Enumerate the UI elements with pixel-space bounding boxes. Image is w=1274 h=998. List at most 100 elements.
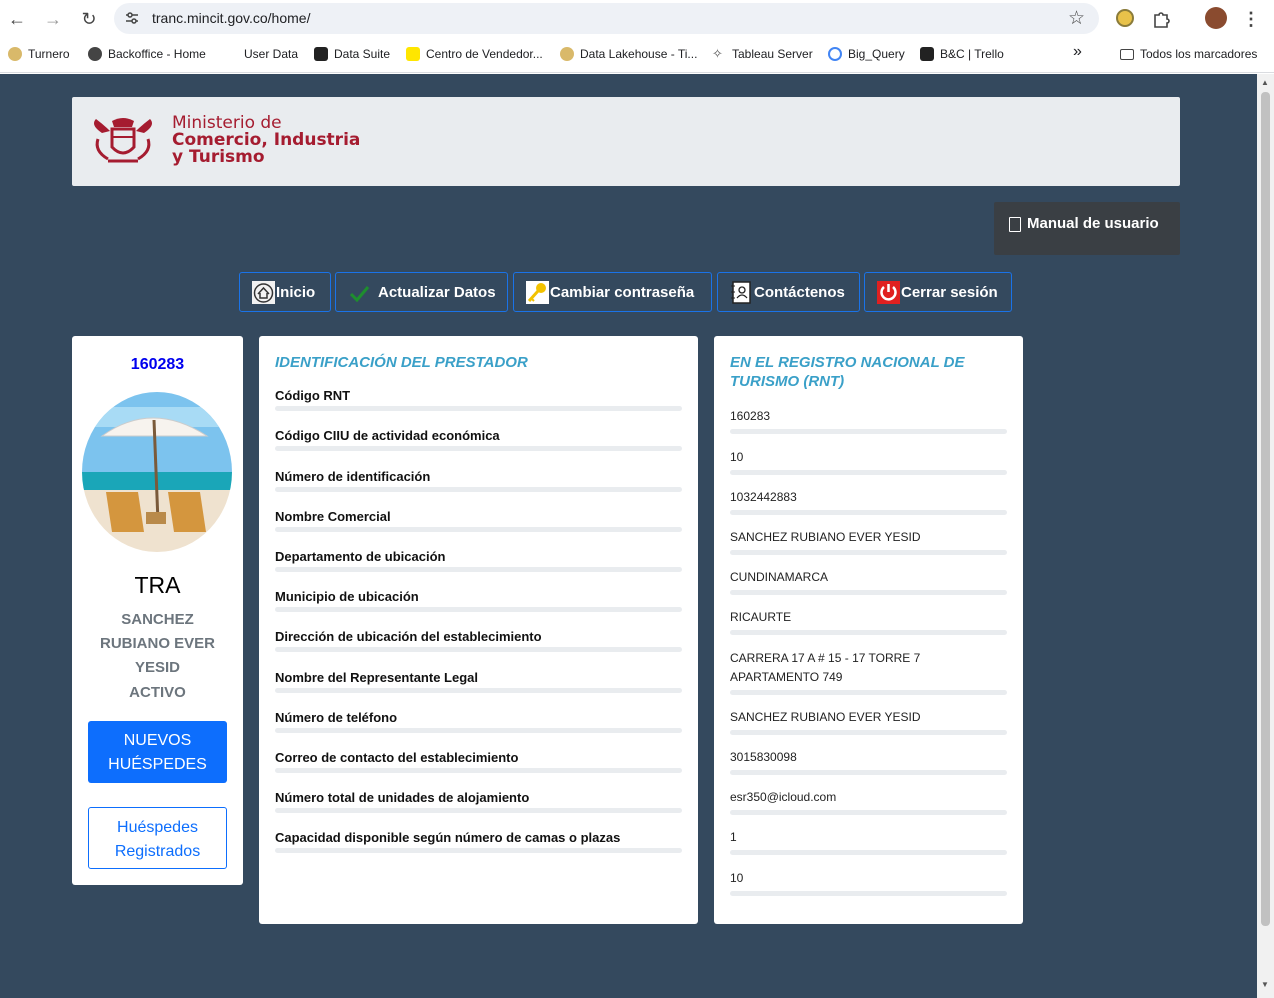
bookmark-favicon-icon	[8, 47, 22, 61]
bookmark-label: Todos los marcadores	[1140, 47, 1258, 61]
menu-label: Cerrar sesión	[901, 283, 998, 301]
bookmark-user-data[interactable]: User Data	[224, 47, 298, 61]
divider	[730, 690, 1007, 695]
section-title: IDENTIFICACIÓN DEL PRESTADOR	[275, 354, 528, 371]
bookmark-data-suite[interactable]: Data Suite	[314, 47, 390, 61]
site-header: Ministerio de Comercio, Industria y Turi…	[72, 97, 1180, 186]
field-row: Departamento de ubicación	[275, 549, 682, 572]
new-guests-button[interactable]: NUEVOS HUÉSPEDES	[88, 721, 227, 783]
bookmark-backoffice[interactable]: Backoffice - Home	[88, 47, 206, 61]
more-menu-icon[interactable]: ⋮	[1240, 8, 1262, 30]
menu-label: Cambiar contraseña	[550, 283, 695, 301]
address-bar[interactable]: tranc.mincit.gov.co/home/ ☆	[114, 3, 1099, 34]
value-row: RICAURTE	[730, 608, 1007, 635]
reload-icon[interactable]: ↻	[78, 8, 100, 30]
bookmark-star-icon[interactable]: ☆	[1068, 7, 1085, 30]
section-title: EN EL REGISTRO NACIONAL DE TURISMO (RNT)	[730, 354, 965, 390]
bookmark-data-lakehouse[interactable]: Data Lakehouse - Ti...	[560, 47, 697, 61]
rnt-values-card: EN EL REGISTRO NACIONAL DE TURISMO (RNT)…	[714, 336, 1023, 924]
bigquery-icon	[828, 47, 842, 61]
bookmarks-bar: Turnero Backoffice - Home User Data Data…	[0, 38, 1274, 73]
field-value: RICAURTE	[730, 610, 792, 624]
field-row: Correo de contacto del establecimiento	[275, 750, 682, 773]
divider	[275, 848, 682, 853]
profile-status: ACTIVO	[129, 684, 186, 701]
divider	[275, 768, 682, 773]
registered-guests-button[interactable]: Huéspedes Registrados	[88, 807, 227, 869]
bookmark-label: Big_Query	[848, 47, 905, 61]
field-label: Municipio de ubicación	[275, 589, 419, 604]
field-label: Correo de contacto del establecimiento	[275, 750, 519, 765]
bookmark-tableau[interactable]: ✧ Tableau Server	[712, 47, 813, 62]
field-value: SANCHEZ RUBIANO EVER YESID	[730, 710, 921, 724]
lakehouse-icon	[560, 47, 574, 61]
field-row: Capacidad disponible según número de cam…	[275, 830, 682, 853]
mercadolibre-icon	[406, 47, 420, 61]
home-icon	[252, 280, 275, 304]
bookmarks-overflow-icon[interactable]: »	[1073, 43, 1082, 61]
value-row: 10	[730, 869, 1007, 896]
globe-icon	[88, 47, 102, 61]
divider	[730, 730, 1007, 735]
menu-cerrar-sesion-button[interactable]: Cerrar sesión	[864, 272, 1012, 312]
profile-name: SANCHEZ RUBIANO EVER YESID	[99, 611, 215, 676]
divider	[275, 688, 682, 693]
field-label: Número de teléfono	[275, 710, 398, 725]
field-row: Número de teléfono	[275, 710, 682, 733]
back-icon[interactable]: ←	[6, 8, 28, 30]
beach-avatar-image	[82, 392, 232, 552]
value-row: 1032442883	[730, 488, 1007, 515]
field-label: Dirección de ubicación del establecimien…	[275, 629, 542, 644]
checkmark-icon	[349, 285, 370, 302]
folder-icon	[1120, 48, 1134, 60]
user-manual-button[interactable]: Manual de usuario	[994, 202, 1180, 255]
menu-contactenos-button[interactable]: Contáctenos	[717, 272, 860, 312]
forward-icon[interactable]: →	[42, 8, 64, 30]
bookmark-centro-vendedor[interactable]: Centro de Vendedor...	[406, 47, 543, 61]
extensions-puzzle-icon[interactable]	[1151, 8, 1173, 30]
bookmark-label: Tableau Server	[732, 47, 813, 61]
divider	[275, 728, 682, 733]
menu-cambiar-contrasena-button[interactable]: Cambiar contraseña	[513, 272, 712, 312]
menu-actualizar-datos-button[interactable]: Actualizar Datos	[335, 272, 508, 312]
field-row: Municipio de ubicación	[275, 589, 682, 612]
bookmark-turnero[interactable]: Turnero	[8, 47, 70, 61]
user-manual-label: Manual de usuario	[1027, 215, 1159, 232]
value-row: 3015830098	[730, 748, 1007, 775]
bookmark-label: Data Lakehouse - Ti...	[580, 47, 698, 61]
power-icon	[877, 280, 900, 304]
profile-type: TRA	[134, 572, 181, 598]
bookmark-trello[interactable]: B&C | Trello	[920, 47, 1004, 61]
profile-avatar[interactable]	[1205, 7, 1227, 29]
scroll-down-icon[interactable]: ▼	[1261, 980, 1269, 989]
bookmark-label: Data Suite	[334, 47, 391, 61]
bookmark-label: B&C | Trello	[940, 47, 1004, 61]
divider	[275, 808, 682, 813]
value-row: 10	[730, 448, 1007, 475]
value-row: SANCHEZ RUBIANO EVER YESID	[730, 528, 1007, 555]
page-scrollbar[interactable]: ▲ ▼	[1257, 74, 1274, 998]
field-value: 10	[730, 450, 744, 464]
divider	[275, 406, 682, 411]
site-settings-icon[interactable]	[124, 10, 140, 26]
field-label: Número de identificación	[275, 469, 431, 484]
address-book-icon	[731, 280, 751, 304]
divider	[730, 550, 1007, 555]
scroll-up-icon[interactable]: ▲	[1261, 78, 1269, 87]
extension-icon[interactable]	[1116, 9, 1134, 27]
value-row: SANCHEZ RUBIANO EVER YESID	[730, 708, 1007, 735]
divider	[275, 446, 682, 451]
field-value: 1032442883	[730, 490, 797, 504]
bookmark-big-query[interactable]: Big_Query	[828, 47, 905, 61]
scrollbar-thumb[interactable]	[1261, 92, 1270, 926]
divider	[730, 770, 1007, 775]
field-value: 3015830098	[730, 750, 797, 764]
bookmark-label: User Data	[244, 47, 299, 61]
field-row: Código CIIU de actividad económica	[275, 428, 682, 451]
profile-rnt-code: 160283	[130, 356, 185, 373]
divider	[275, 567, 682, 572]
field-value: 10	[730, 871, 744, 885]
menu-inicio-button[interactable]: Inicio	[239, 272, 331, 312]
field-label: Nombre del Representante Legal	[275, 670, 478, 685]
all-bookmarks-folder[interactable]: Todos los marcadores	[1120, 47, 1257, 61]
